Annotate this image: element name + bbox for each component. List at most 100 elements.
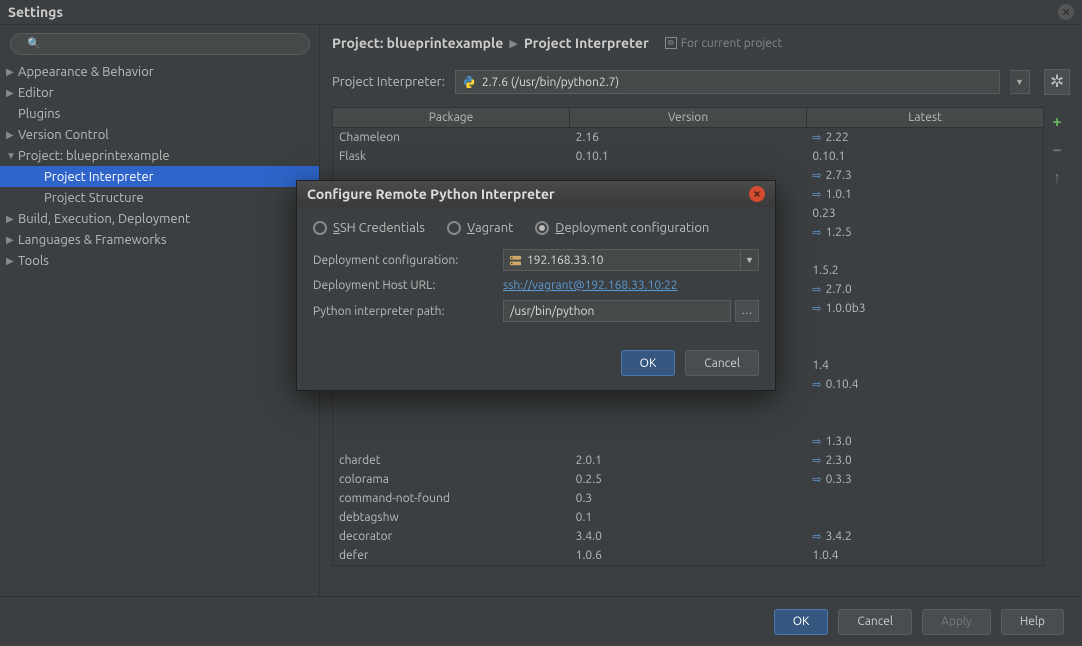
cell-latest: 1.5.2 <box>806 264 1043 277</box>
cell-latest: ⇨2.22 <box>806 131 1043 144</box>
table-row[interactable]: chardet2.0.1⇨2.3.0 <box>333 451 1043 470</box>
gear-icon: ✲ <box>1050 72 1064 92</box>
sidebar-item-label: Project Structure <box>44 191 144 205</box>
deploy-config-combo[interactable]: 192.168.33.10 <box>503 249 741 271</box>
upgrade-package-button[interactable]: ↑ <box>1048 169 1066 187</box>
table-row[interactable] <box>333 394 1043 413</box>
table-row[interactable]: colorama0.2.5⇨0.3.3 <box>333 470 1043 489</box>
upgrade-arrow-icon: ⇨ <box>812 436 821 448</box>
dialog-close-button[interactable] <box>749 186 765 202</box>
cell-version: 0.1 <box>570 511 807 524</box>
radio-vagrant[interactable]: Vagrant <box>447 221 513 235</box>
interpreter-dropdown-icon[interactable]: ▼ <box>1010 70 1030 94</box>
sidebar-item[interactable]: ▼Project: blueprintexample <box>0 145 319 166</box>
sidebar-item-label: Tools <box>18 254 49 268</box>
dialog-title: Configure Remote Python Interpreter <box>307 186 555 202</box>
browse-button[interactable]: … <box>735 300 759 322</box>
radio-deployment[interactable]: Deployment configuration <box>535 221 709 235</box>
cell-package: command-not-found <box>333 492 570 505</box>
radio-icon <box>447 221 461 235</box>
window-titlebar: Settings ✕ <box>0 0 1082 25</box>
upgrade-arrow-icon: ⇨ <box>812 379 821 391</box>
cell-package: chardet <box>333 454 570 467</box>
window-close-icon[interactable]: ✕ <box>1058 4 1074 20</box>
dialog-ok-button[interactable]: OK <box>621 350 676 376</box>
table-row[interactable]: decorator3.4.0⇨3.4.2 <box>333 527 1043 546</box>
radio-ssh[interactable]: SSH Credentials <box>313 221 425 235</box>
interpreter-label: Project Interpreter: <box>332 75 445 89</box>
table-row[interactable]: debtagshw0.1 <box>333 508 1043 527</box>
window-title: Settings <box>8 4 63 20</box>
apply-button[interactable]: Apply <box>922 609 991 635</box>
interpreter-path-input[interactable] <box>503 300 731 322</box>
ok-button[interactable]: OK <box>774 609 829 635</box>
cell-latest: ⇨1.0.1 <box>806 188 1043 201</box>
table-row[interactable] <box>333 413 1043 432</box>
cell-latest: ⇨2.7.0 <box>806 283 1043 296</box>
cell-latest: 0.10.1 <box>806 150 1043 163</box>
cell-latest: 1.4 <box>806 359 1043 372</box>
table-row[interactable]: Chameleon2.16⇨2.22 <box>333 128 1043 147</box>
sidebar-item[interactable]: Project Structure <box>0 187 319 208</box>
upgrade-arrow-icon: ⇨ <box>812 170 821 182</box>
sidebar-item[interactable]: ▶Appearance & Behavior <box>0 61 319 82</box>
cell-package: Flask <box>333 150 570 163</box>
host-url-link[interactable]: ssh://vagrant@192.168.33.10:22 <box>503 279 678 292</box>
interpreter-settings-button[interactable]: ✲ <box>1044 69 1070 95</box>
host-url-label: Deployment Host URL: <box>313 279 503 292</box>
tree-arrow-icon: ▼ <box>6 150 18 162</box>
radio-icon <box>313 221 327 235</box>
sidebar-item[interactable]: ▶Editor <box>0 82 319 103</box>
cell-package: defer <box>333 549 570 562</box>
sidebar-item[interactable]: ▶Version Control <box>0 124 319 145</box>
tree-arrow-icon: ▶ <box>6 234 18 246</box>
tree-arrow-icon: ▶ <box>6 213 18 225</box>
sidebar-item[interactable]: Project Interpreter <box>0 166 319 187</box>
table-row[interactable]: defer1.0.61.0.4 <box>333 546 1043 565</box>
cancel-button[interactable]: Cancel <box>838 609 912 635</box>
col-package[interactable]: Package <box>333 108 570 127</box>
remote-interpreter-dialog: Configure Remote Python Interpreter SSH … <box>296 180 776 391</box>
sidebar-item[interactable]: Plugins <box>0 103 319 124</box>
settings-sidebar: 🔍 ▶Appearance & Behavior▶EditorPlugins▶V… <box>0 25 320 596</box>
upgrade-arrow-icon: ⇨ <box>812 531 821 543</box>
search-wrap: 🔍 <box>10 33 309 55</box>
settings-tree: ▶Appearance & Behavior▶EditorPlugins▶Ver… <box>0 61 319 271</box>
interpreter-path-label: Python interpreter path: <box>313 305 503 318</box>
col-version[interactable]: Version <box>570 108 807 127</box>
table-row[interactable]: Flask0.10.10.10.1 <box>333 147 1043 166</box>
cell-version: 2.0.1 <box>570 454 807 467</box>
remove-package-button[interactable]: − <box>1048 141 1066 159</box>
dialog-titlebar: Configure Remote Python Interpreter <box>297 181 775 207</box>
sidebar-item-label: Editor <box>18 86 54 100</box>
cell-latest: 1.0.4 <box>806 549 1043 562</box>
search-input[interactable] <box>10 33 310 55</box>
interpreter-combo[interactable]: 2.7.6 (/usr/bin/python2.7) <box>455 70 1000 94</box>
sidebar-item[interactable]: ▶Languages & Frameworks <box>0 229 319 250</box>
col-latest[interactable]: Latest <box>807 108 1043 127</box>
search-icon: 🔍 <box>27 37 41 50</box>
add-package-button[interactable]: + <box>1048 113 1066 131</box>
sidebar-item-label: Appearance & Behavior <box>18 65 154 79</box>
cell-version: 3.4.0 <box>570 530 807 543</box>
ellipsis-icon: … <box>742 305 753 317</box>
upgrade-arrow-icon: ⇨ <box>812 455 821 467</box>
sidebar-item[interactable]: ▶Build, Execution, Deployment <box>0 208 319 229</box>
help-button[interactable]: Help <box>1001 609 1064 635</box>
table-row[interactable]: ⇨1.3.0 <box>333 432 1043 451</box>
table-row[interactable]: command-not-found0.3 <box>333 489 1043 508</box>
sidebar-item[interactable]: ▶Tools <box>0 250 319 271</box>
sidebar-item-label: Languages & Frameworks <box>18 233 167 247</box>
cell-version: 0.2.5 <box>570 473 807 486</box>
server-icon <box>509 255 522 266</box>
sidebar-item-label: Build, Execution, Deployment <box>18 212 190 226</box>
cell-version: 1.0.6 <box>570 549 807 562</box>
breadcrumb-page: Project Interpreter <box>524 35 649 51</box>
dialog-cancel-button[interactable]: Cancel <box>685 350 759 376</box>
cell-version: 2.16 <box>570 131 807 144</box>
cell-latest: 0.23 <box>806 207 1043 220</box>
deploy-config-dropdown-icon[interactable]: ▼ <box>741 249 759 271</box>
cell-latest: ⇨2.7.3 <box>806 169 1043 182</box>
python-icon <box>462 75 476 89</box>
tree-arrow-icon: ▶ <box>6 255 18 267</box>
